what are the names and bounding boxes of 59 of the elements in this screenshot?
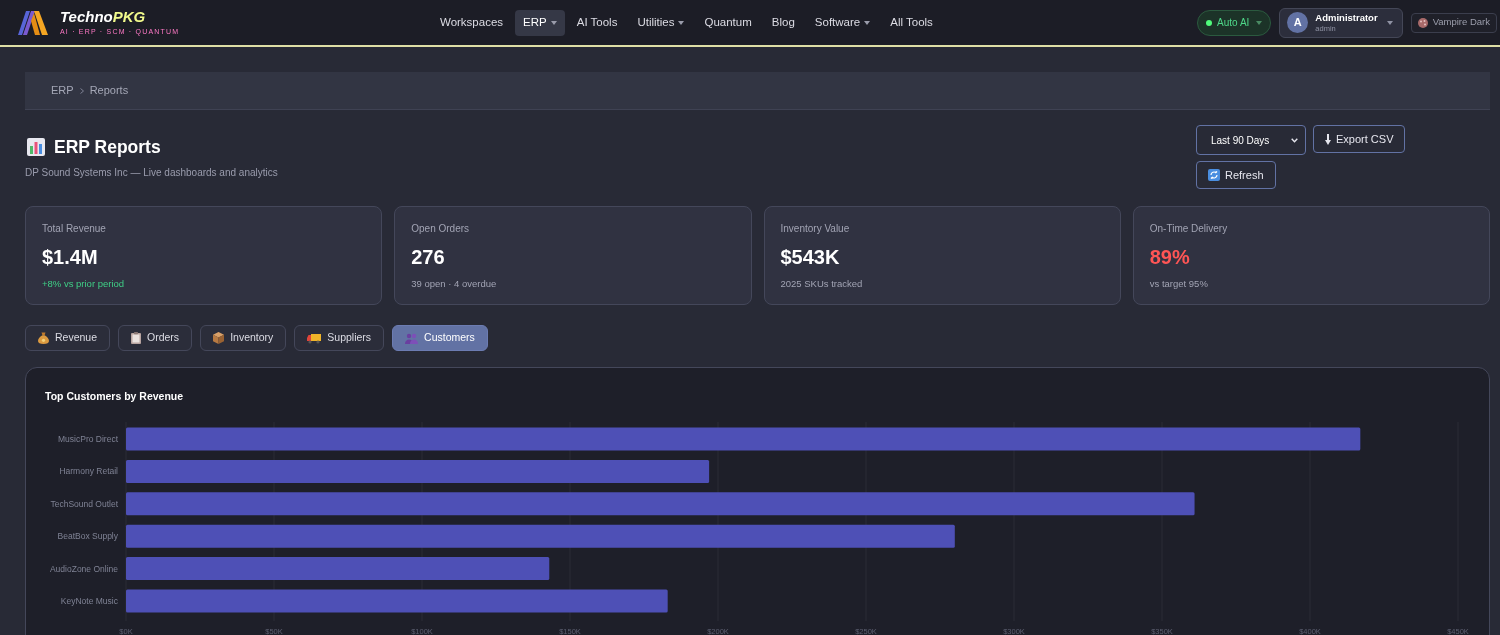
box-icon [213, 332, 225, 344]
stat-label: Total Revenue [42, 222, 107, 235]
status-dot-icon [1206, 19, 1213, 26]
stat-label: Inventory Value [780, 222, 851, 235]
page-subtitle: DP Sound Systems Inc — Live dashboards and analytics [25, 166, 278, 180]
category-label: KeyNote Music [60, 596, 118, 606]
breadcrumb-current: Reports [89, 83, 129, 99]
report-tab[interactable]: Revenue [25, 325, 111, 351]
report-tab[interactable]: Suppliers [294, 325, 385, 351]
nav-item[interactable]: All Tools [882, 9, 941, 36]
refresh-icon [1208, 169, 1220, 181]
stat-value: $543K [780, 245, 841, 270]
chevron-right-icon [79, 87, 84, 94]
breadcrumb-link[interactable]: ERP [51, 82, 74, 99]
avatar-initial: A [1287, 12, 1309, 33]
down-arrow-icon [1325, 133, 1331, 145]
people-icon [405, 332, 419, 344]
nav-item[interactable]: Software [806, 9, 879, 36]
export-button[interactable]: Export CSV [1313, 125, 1406, 153]
report-tab[interactable]: Orders [118, 325, 193, 351]
theme-button[interactable]: Vampire Dark [1410, 12, 1497, 33]
logo-icon [18, 10, 48, 35]
nav-item[interactable]: ERP [515, 9, 565, 36]
category-label: TechSound Outlet [50, 498, 118, 509]
truck-icon [307, 332, 322, 344]
page-title: ERP Reports [54, 136, 161, 159]
period-select[interactable]: Last 90 Days [1196, 125, 1306, 155]
caret-icon [1386, 20, 1393, 25]
report-tab[interactable]: Inventory [200, 325, 287, 351]
stat-note: 39 open · 4 overdue [411, 277, 498, 291]
nav-item[interactable]: Blog [763, 9, 803, 36]
user-name: Administrator [1315, 12, 1378, 24]
bar-chart-icon [27, 138, 45, 156]
category-label: BeatBox Supply [57, 531, 118, 542]
stat-note: 2025 SKUs tracked [780, 277, 864, 291]
ai-mode-toggle[interactable]: Auto AI [1197, 9, 1272, 36]
nav-item[interactable]: Utilities [629, 9, 693, 36]
palette-icon [1417, 17, 1428, 28]
report-tab[interactable]: Customers [392, 325, 488, 351]
category-label: AudioZone Online [49, 563, 118, 574]
stat-note: +8% vs prior period [42, 277, 126, 291]
brand-name: TechnoPKG [60, 8, 147, 25]
nav-item[interactable]: Workspaces [432, 9, 512, 36]
caret-icon [1256, 20, 1263, 25]
stat-label: Open Orders [411, 222, 471, 235]
stat-value: $1.4M [42, 245, 99, 270]
money-bag-icon [38, 332, 49, 344]
chart-title: Top Customers by Revenue [44, 389, 185, 403]
category-label: MusicPro Direct [58, 434, 118, 444]
stat-value: 276 [411, 245, 446, 270]
nav-item[interactable]: Quantum [696, 9, 760, 36]
stat-label: On-Time Delivery [1149, 222, 1229, 235]
stat-note: vs target 95% [1149, 277, 1209, 291]
stat-value: 89% [1149, 245, 1191, 270]
nav-item[interactable]: AI Tools [568, 9, 626, 36]
category-label: Harmony Retail [59, 466, 118, 477]
chevron-down-icon [1291, 137, 1298, 143]
refresh-button[interactable]: Refresh [1196, 161, 1276, 189]
clipboard-icon [131, 332, 142, 344]
